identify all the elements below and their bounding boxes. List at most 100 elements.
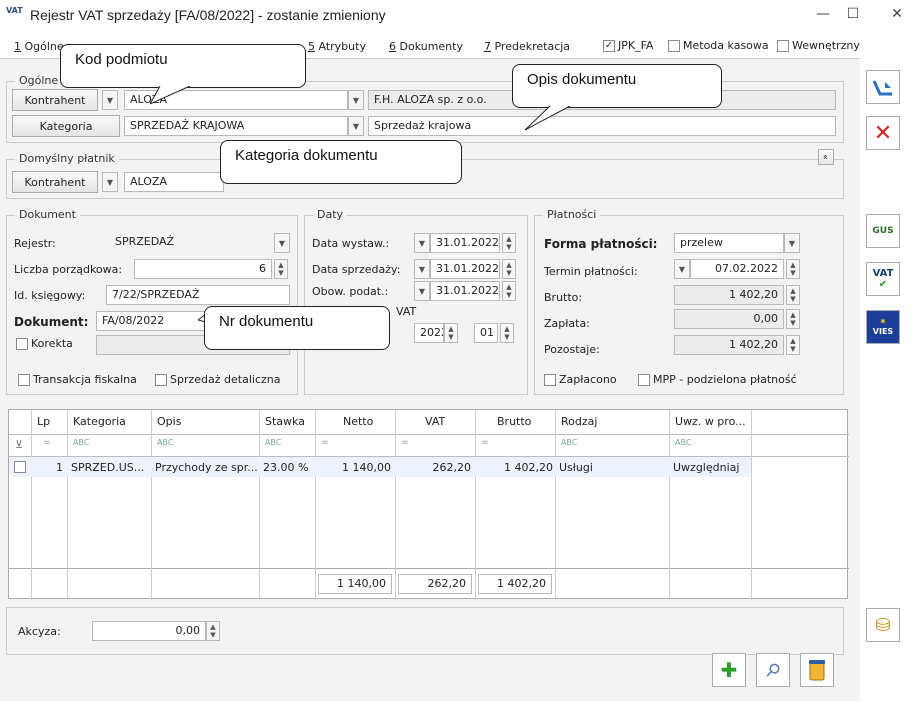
mpp-checkbox[interactable]: MPP - podzielona płatność <box>638 373 797 386</box>
platnik-kontrahent-button[interactable]: Kontrahent <box>12 171 98 193</box>
korekta-checkbox[interactable]: Korekta <box>16 337 73 350</box>
kontrahent-type-dropdown[interactable]: ▼ <box>102 90 118 110</box>
id-ksiegowy-label: Id. księgowy: <box>14 289 86 302</box>
data-sprzedazy-dropdown[interactable]: ▼ <box>414 259 430 279</box>
app-icon: VAT <box>6 6 23 15</box>
termin-platnosci-dropdown[interactable]: ▼ <box>674 259 690 279</box>
table-row[interactable]: 1 SPRZED.US... Przychody ze spr... 23.00… <box>9 457 751 477</box>
zaplacono-checkbox[interactable]: Zapłacono <box>544 373 617 386</box>
platnik-code-field[interactable]: ALOZA <box>124 172 224 192</box>
tab-predekretacja[interactable]: 7 Predekretacja <box>484 40 570 53</box>
obowiazek-podatkowy-dropdown[interactable]: ▼ <box>414 281 430 301</box>
forma-platnosci-field[interactable]: przelew <box>674 233 784 253</box>
vat-month-field[interactable]: 01 <box>474 323 498 343</box>
kategoria-desc-field[interactable]: Sprzedaż krajowa <box>368 116 836 136</box>
row-checkbox-icon[interactable] <box>14 461 26 473</box>
delete-button[interactable] <box>800 653 834 687</box>
termin-platnosci-spinner[interactable]: ▲ ▼ <box>786 259 800 279</box>
coins-button[interactable]: ⛁ <box>866 608 900 642</box>
kontrahent-code-dropdown[interactable]: ▼ <box>348 90 364 110</box>
vat-year-field[interactable]: 2022 <box>414 323 444 343</box>
liczba-porzadkowa-spinner[interactable]: ▲ ▼ <box>274 259 288 279</box>
tab-atrybuty[interactable]: 5 Atrybuty <box>308 40 366 53</box>
forma-platnosci-label: Forma płatności: <box>544 237 658 251</box>
data-sprzedazy-spinner[interactable]: ▲ ▼ <box>502 259 516 279</box>
maximize-button[interactable]: ☐ <box>838 6 868 22</box>
row-brutto: 1 402,20 <box>504 461 553 474</box>
data-wystawienia-field[interactable]: 31.01.2022 <box>430 233 500 253</box>
col-header-vat[interactable]: VAT <box>425 415 445 428</box>
col-header-brutto[interactable]: Brutto <box>497 415 531 428</box>
filter-rodzaj[interactable]: ABC <box>561 438 577 447</box>
pozostaje-spinner: ▲ ▼ <box>786 335 800 355</box>
group-platnik-label: Domyślny płatnik <box>15 152 119 165</box>
filter-lp[interactable]: = <box>43 438 51 448</box>
filter-stawka[interactable]: ABC <box>265 438 281 447</box>
data-sprzedazy-field[interactable]: 31.01.2022 <box>430 259 500 279</box>
tab-dokumenty[interactable]: 6 Dokumenty <box>389 40 463 53</box>
row-vat: 262,20 <box>432 461 472 474</box>
akcyza-field[interactable]: 0,00 <box>92 621 206 641</box>
vat-check-button[interactable]: VAT ✔ <box>866 262 900 296</box>
checkbox-icon <box>668 39 680 52</box>
kategoria-dropdown[interactable]: ▼ <box>348 116 364 136</box>
vies-button[interactable]: ✷ VIES <box>866 310 900 344</box>
total-brutto: 1 402,20 <box>478 574 552 594</box>
col-header-rodzaj[interactable]: Rodzaj <box>561 415 597 428</box>
filter-icon[interactable]: ⊻ <box>15 438 23 451</box>
akcyza-spinner[interactable]: ▲ ▼ <box>206 621 220 641</box>
liczba-porzadkowa-field[interactable]: 6 <box>134 259 272 279</box>
col-header-stawka[interactable]: Stawka <box>265 415 305 428</box>
termin-platnosci-field[interactable]: 07.02.2022 <box>690 259 784 279</box>
col-header-lp[interactable]: Lp <box>37 415 50 428</box>
callout-kategoria-dokumentu: Kategoria dokumentu <box>220 140 462 184</box>
filter-kategoria[interactable]: ABC <box>73 438 89 447</box>
rejestr-dropdown[interactable]: ▼ <box>274 233 290 253</box>
data-wystawienia-spinner[interactable]: ▲ ▼ <box>502 233 516 253</box>
kategoria-button[interactable]: Kategoria <box>12 115 120 137</box>
edit-button[interactable]: ⚲ <box>756 653 790 687</box>
gus-button[interactable]: GUS <box>866 214 900 248</box>
collapse-button[interactable]: » <box>818 149 834 165</box>
add-button[interactable]: ✚ <box>712 653 746 687</box>
data-wystawienia-dropdown[interactable]: ▼ <box>414 233 430 253</box>
sprzedaz-detaliczna-checkbox[interactable]: Sprzedaż detaliczna <box>155 373 280 386</box>
kontrahent-button[interactable]: Kontrahent <box>12 89 98 111</box>
filter-brutto[interactable]: = <box>481 438 489 448</box>
col-header-netto[interactable]: Netto <box>343 415 373 428</box>
row-netto: 1 140,00 <box>342 461 391 474</box>
col-header-kategoria[interactable]: Kategoria <box>73 415 126 428</box>
pozostaje-label: Pozostaje: <box>544 343 600 356</box>
platnik-type-dropdown[interactable]: ▼ <box>102 172 118 192</box>
vat-month-spinner[interactable]: ▲ ▼ <box>500 323 514 343</box>
tab-ogolne[interactable]: 1 Ogólne <box>14 40 64 53</box>
close-button[interactable]: ✕ <box>882 6 912 22</box>
brutto-label: Brutto: <box>544 291 583 304</box>
save-icon <box>872 80 892 96</box>
filter-netto[interactable]: = <box>321 438 329 448</box>
obowiazek-podatkowy-spinner[interactable]: ▲ ▼ <box>502 281 516 301</box>
wewnetrzny-checkbox[interactable]: Wewnętrzny <box>777 39 860 52</box>
col-header-uwz[interactable]: Uwz. w pro... <box>675 415 746 428</box>
kategoria-field[interactable]: SPRZEDAŻ KRAJOWA <box>124 116 348 136</box>
rejestr-field[interactable]: SPRZEDAŻ <box>110 233 274 253</box>
total-vat: 262,20 <box>398 574 472 594</box>
metoda-kasowa-checkbox[interactable]: Metoda kasowa <box>668 39 769 52</box>
group-daty-label: Daty <box>313 208 348 221</box>
dokument-label: Dokument: <box>14 315 89 329</box>
obowiazek-podatkowy-field[interactable]: 31.01.2022 <box>430 281 500 301</box>
forma-platnosci-dropdown[interactable]: ▼ <box>784 233 800 253</box>
filter-vat[interactable]: = <box>401 438 409 448</box>
liczba-porzadkowa-label: Liczba porządkowa: <box>14 263 123 276</box>
jpk-fa-checkbox[interactable]: ✓ JPK_FA <box>603 39 653 52</box>
vat-year-spinner[interactable]: ▲ ▼ <box>444 323 458 343</box>
minimize-button[interactable]: — <box>808 6 838 22</box>
brutto-field: 1 402,20 <box>674 285 784 305</box>
filter-uwz[interactable]: ABC <box>675 438 691 447</box>
callout-opis-dokumentu: Opis dokumentu <box>512 64 722 108</box>
cancel-button[interactable]: ✕ <box>866 116 900 150</box>
col-header-opis[interactable]: Opis <box>157 415 181 428</box>
save-button[interactable] <box>866 70 900 104</box>
filter-opis[interactable]: ABC <box>157 438 173 447</box>
transakcja-fiskalna-checkbox[interactable]: Transakcja fiskalna <box>18 373 137 386</box>
